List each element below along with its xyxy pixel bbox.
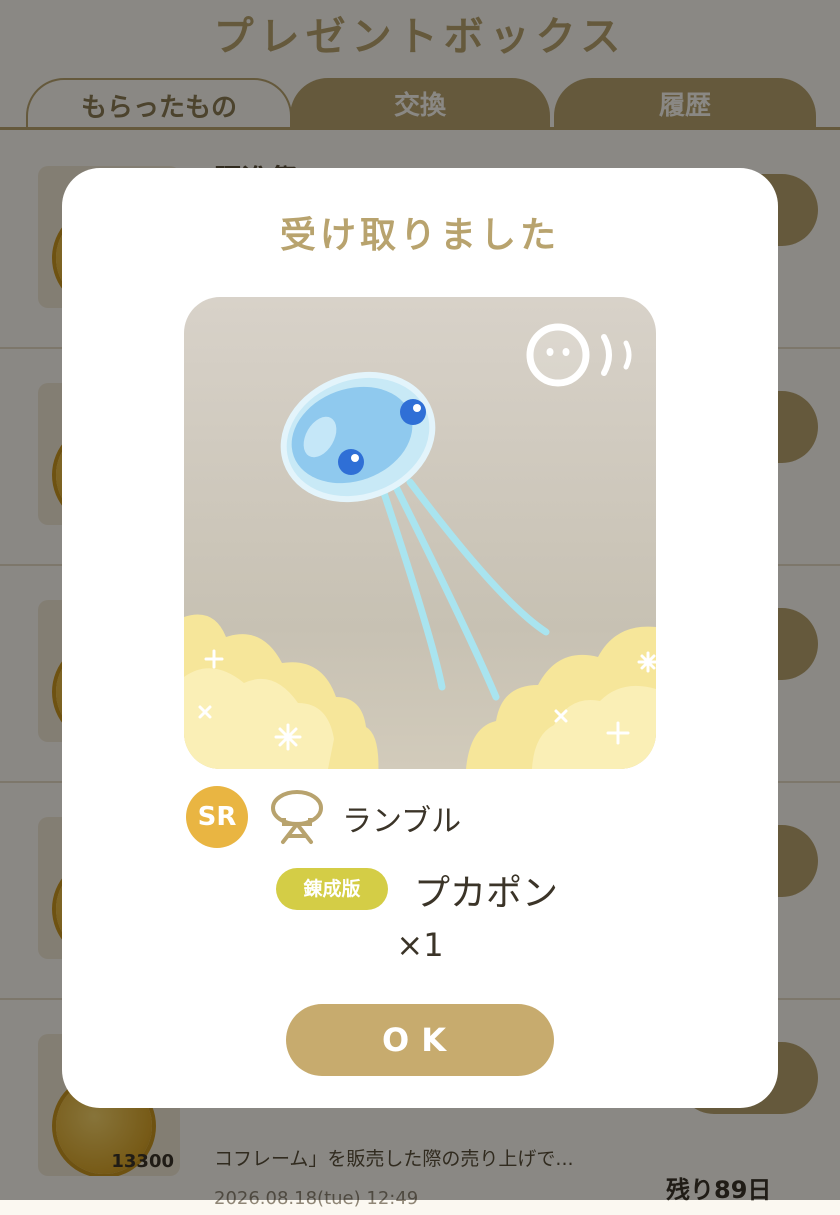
item-quantity: ×1 [396,926,444,964]
dialog-title: 受け取りました [279,215,560,256]
rarity-badge: SR [186,786,248,848]
lamp-icon [271,790,323,844]
edition-badge: 錬成版 [276,868,388,910]
item-illustration [184,297,656,769]
item-name: プカポン [414,873,559,914]
card-name: ランブル [342,804,462,839]
ok-button[interactable]: OK [286,1004,554,1076]
jellyfish-illustration [184,323,656,769]
received-dialog: 受け取りました SR ランブル 錬成版 プカポン ×1 OK [62,168,778,1108]
